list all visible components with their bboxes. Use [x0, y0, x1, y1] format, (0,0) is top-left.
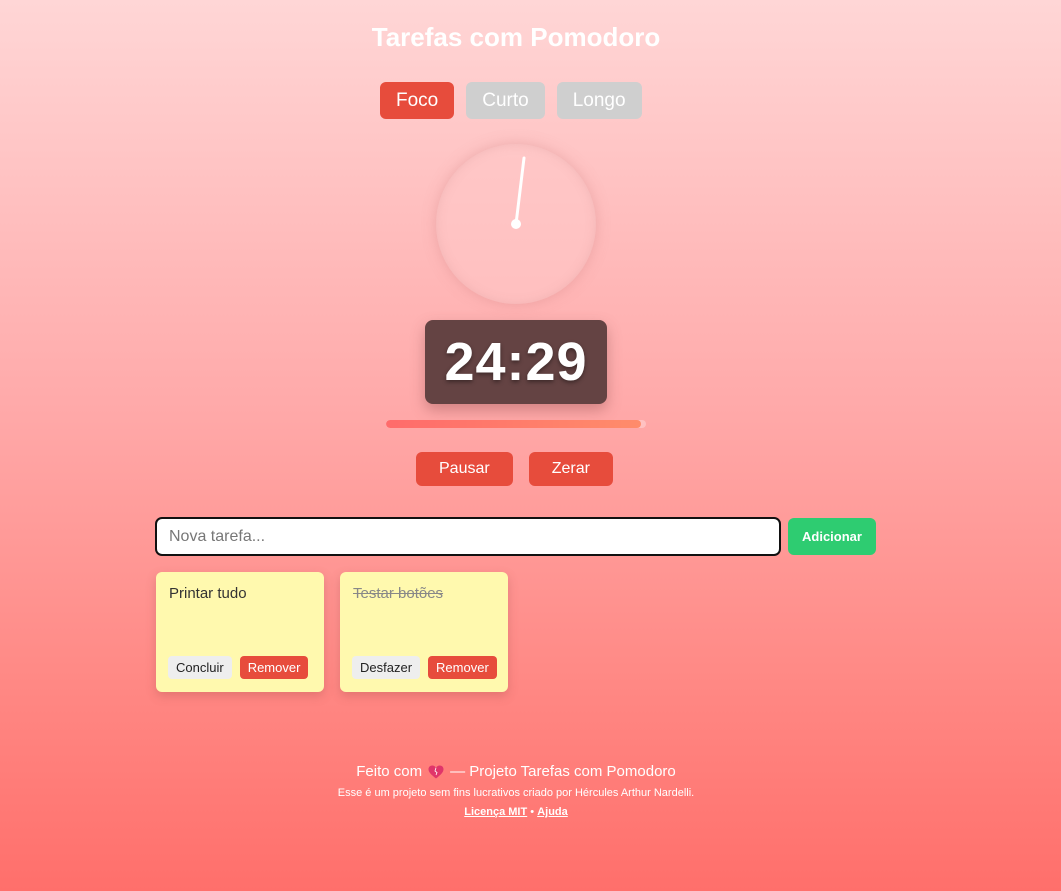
undo-task-button[interactable]: Desfazer: [352, 656, 421, 679]
timer-controls: Pausar Zerar: [416, 452, 613, 486]
timer-display: 24:29: [425, 320, 607, 404]
clock-center-dot: [511, 219, 521, 229]
clock-face: [511, 156, 526, 229]
page-title: Tarefas com Pomodoro: [371, 22, 661, 52]
reset-button[interactable]: Zerar: [528, 452, 613, 486]
footer-made-with: Feito com: [356, 763, 423, 780]
task-list: Printar tudo Concluir Remover Testar bot…: [156, 572, 508, 692]
timer-value: 24:29: [444, 332, 588, 392]
task-text: Testar botões: [353, 585, 444, 602]
mode-tab-curto[interactable]: Curto: [466, 82, 545, 119]
task-card: Printar tudo Concluir Remover: [156, 572, 324, 692]
timer-progress-fill: [386, 420, 641, 428]
footer-project: — Projeto Tarefas com Pomodoro: [450, 763, 676, 780]
timer-progress-bar: [386, 420, 646, 428]
clock-hand: [514, 156, 526, 226]
footer-separator: •: [530, 806, 535, 818]
task-card: Testar botões Desfazer Remover: [340, 572, 508, 692]
license-link[interactable]: Licença MIT: [464, 806, 527, 818]
new-task-input[interactable]: [155, 517, 781, 556]
footer-note: Esse é um projeto sem fins lucrativos cr…: [337, 787, 695, 799]
help-link[interactable]: Ajuda: [537, 806, 568, 818]
task-actions: Concluir Remover: [168, 656, 309, 679]
pause-button[interactable]: Pausar: [416, 452, 513, 486]
task-actions: Desfazer Remover: [352, 656, 497, 679]
heart-icon: [428, 765, 444, 779]
remove-task-button[interactable]: Remover: [428, 656, 497, 679]
mode-tab-foco[interactable]: Foco: [380, 82, 455, 119]
mode-tab-longo[interactable]: Longo: [556, 82, 642, 119]
remove-task-button[interactable]: Remover: [239, 656, 309, 679]
complete-task-button[interactable]: Concluir: [168, 656, 232, 679]
task-text: Printar tudo: [169, 585, 247, 602]
footer-links: Licença MIT • Ajuda: [0, 804, 1032, 820]
footer-credit: Feito com — Projeto Tarefas com Pomodoro: [0, 762, 1032, 782]
add-task-button[interactable]: Adicionar: [788, 518, 876, 555]
footer: Feito com — Projeto Tarefas com Pomodoro …: [0, 762, 1032, 820]
mode-selector: Foco Curto Longo: [380, 82, 642, 119]
analog-clock: [436, 144, 596, 304]
